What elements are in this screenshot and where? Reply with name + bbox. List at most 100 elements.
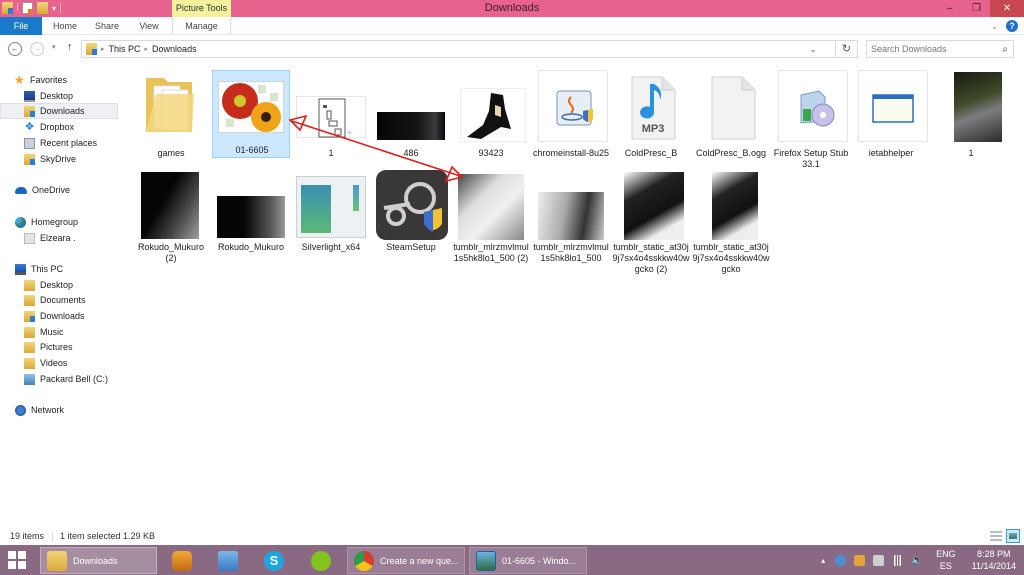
breadcrumb-separator-icon[interactable]: ▸: [145, 45, 149, 53]
taskbar-downloads[interactable]: Downloads: [40, 547, 157, 574]
sidebar-item-documents[interactable]: Documents: [0, 292, 118, 308]
star-icon: ★: [14, 72, 25, 87]
breadcrumb-this-pc[interactable]: This PC: [109, 44, 141, 54]
file-item[interactable]: 93423: [452, 68, 530, 158]
details-view-icon[interactable]: [990, 531, 1002, 541]
taskbar-photo-viewer[interactable]: 01-6605 - Windo...: [469, 547, 587, 574]
file-item[interactable]: Silverlight_x64: [292, 170, 370, 280]
address-bar[interactable]: ▸ This PC ▸ Downloads ⌄: [81, 40, 836, 58]
taskbar-label: Downloads: [73, 555, 118, 566]
file-item-selected[interactable]: 01-6605: [212, 70, 290, 158]
sidebar-item-recent-places[interactable]: Recent places: [0, 135, 118, 151]
onedrive-cloud-icon: [15, 186, 27, 194]
tab-manage[interactable]: Manage: [172, 17, 231, 35]
tab-file[interactable]: File: [0, 17, 42, 35]
file-item[interactable]: tumblr_mlrzmvlmul1s5hk8lo1_500: [532, 170, 610, 280]
taskbar-control-panel[interactable]: [212, 547, 242, 574]
taskbar-ibooks[interactable]: [166, 547, 196, 574]
system-tray: ▴ 🔈 ENG ES 8:28 PM 11/14/2014: [821, 545, 1024, 575]
manga-image-thumbnail: [538, 192, 604, 240]
file-item[interactable]: tumblr_static_at30j9j7sx4o4sskkw40wgcko: [692, 170, 770, 280]
sidebar-item-dropbox[interactable]: ❖ Dropbox: [0, 119, 118, 135]
file-explorer-icon: [47, 550, 67, 571]
file-item[interactable]: Rokudo_Mukuro: [212, 170, 290, 280]
recent-locations-chevron-icon[interactable]: ▾: [52, 43, 56, 51]
help-icon[interactable]: ?: [1006, 20, 1018, 32]
sidebar-item-label: Recent places: [40, 138, 98, 148]
forward-button[interactable]: →: [30, 42, 44, 56]
taskbar-skype[interactable]: S: [258, 547, 288, 574]
sidebar-item-videos[interactable]: Videos: [0, 355, 118, 371]
signal-icon[interactable]: [892, 554, 904, 566]
close-button[interactable]: ✕: [990, 0, 1024, 17]
chrome-icon: [354, 550, 374, 571]
sidebar-homegroup[interactable]: Homegroup: [0, 214, 118, 230]
expand-ribbon-chevron-icon[interactable]: ⌄: [991, 22, 998, 31]
file-item[interactable]: games: [132, 68, 210, 158]
search-input[interactable]: Search Downloads ⌕: [866, 40, 1014, 58]
sidebar-item-elzeara[interactable]: Elzeara .: [0, 230, 118, 246]
downloads-folder-icon: [86, 43, 97, 55]
file-item[interactable]: MP3 ColdPresc_B: [612, 68, 690, 158]
file-item[interactable]: SteamSetup: [372, 170, 450, 280]
sketch-image-thumbnail: ☥: [296, 96, 366, 138]
dropbox-tray-icon[interactable]: [835, 554, 847, 566]
search-icon[interactable]: ⌕: [1002, 42, 1008, 58]
volume-icon[interactable]: 🔈: [911, 555, 923, 566]
sidebar-item-music[interactable]: Music: [0, 324, 118, 340]
sidebar-this-pc[interactable]: This PC: [0, 261, 118, 277]
file-item[interactable]: ColdPresc_B.ogg: [692, 68, 770, 158]
sidebar-item-pictures[interactable]: Pictures: [0, 339, 118, 355]
file-item[interactable]: 486: [372, 68, 450, 158]
clock-date: 11/14/2014: [971, 561, 1016, 571]
security-tray-icon[interactable]: [854, 554, 866, 566]
file-item[interactable]: ietabhelper: [852, 68, 930, 158]
file-name: Rokudo_Mukuro: [217, 242, 285, 252]
file-item[interactable]: ☥ 1: [292, 68, 370, 158]
taskbar-spotify[interactable]: [305, 547, 335, 574]
restore-button[interactable]: ❐: [963, 0, 990, 17]
file-item[interactable]: tumblr_mlrzmvlmul1s5hk8lo1_500 (2): [452, 170, 530, 280]
file-item[interactable]: Firefox Setup Stub 33.1: [772, 68, 850, 169]
back-button[interactable]: ←: [8, 42, 22, 56]
sidebar-item-downloads[interactable]: Downloads: [0, 103, 118, 119]
file-item[interactable]: tumblr_static_at30j9j7sx4o4sskkw40wgcko …: [612, 170, 690, 280]
sidebar-onedrive[interactable]: OneDrive: [0, 182, 118, 198]
file-item[interactable]: Rokudo_Mukuro (2): [132, 170, 210, 280]
selection-info: 1 item selected 1.29 KB: [60, 531, 156, 541]
sidebar-item-desktop[interactable]: Desktop: [0, 88, 118, 104]
tab-home[interactable]: Home: [48, 17, 82, 35]
tab-share[interactable]: Share: [90, 17, 124, 35]
windows-logo-icon: [18, 561, 26, 569]
file-item[interactable]: chromeinstall-8u25: [532, 68, 610, 168]
up-button[interactable]: ↑: [67, 41, 73, 53]
breadcrumb-separator-icon[interactable]: ▸: [101, 45, 105, 53]
sidebar-item-skydrive[interactable]: SkyDrive: [0, 151, 118, 167]
minimize-button[interactable]: –: [936, 0, 963, 17]
refresh-button[interactable]: ↻: [836, 40, 858, 58]
power-tray-icon[interactable]: [873, 554, 885, 566]
sidebar-item-label: OneDrive: [32, 185, 71, 195]
taskbar-chrome[interactable]: Create a new que...: [347, 547, 465, 574]
taskbar-label: 01-6605 - Windo...: [502, 555, 577, 566]
address-history-chevron-icon[interactable]: ⌄: [809, 44, 817, 55]
file-name: 01-6605: [235, 145, 269, 155]
downloads-folder-icon: [24, 105, 35, 117]
file-name: ColdPresc_B.ogg: [695, 148, 767, 158]
clock[interactable]: 8:28 PM 11/14/2014: [972, 548, 1016, 572]
language-indicator[interactable]: ENG ES: [936, 548, 956, 572]
dark-portrait-thumbnail: [217, 196, 285, 238]
large-icons-view-icon[interactable]: [1006, 529, 1020, 543]
breadcrumb-downloads[interactable]: Downloads: [152, 44, 197, 54]
tab-view[interactable]: View: [133, 17, 165, 35]
file-item[interactable]: 1: [932, 68, 1010, 158]
sidebar-item-pc-desktop[interactable]: Desktop: [0, 277, 118, 293]
show-hidden-icons-button[interactable]: ▴: [821, 556, 825, 565]
sidebar-item-packard-bell-c[interactable]: Packard Bell (C:): [0, 371, 118, 387]
sidebar-item-label: Desktop: [40, 91, 74, 101]
sidebar-network[interactable]: Network: [0, 402, 118, 418]
sidebar-item-pc-downloads[interactable]: Downloads: [0, 308, 118, 324]
steam-installer-icon: [376, 170, 448, 240]
start-button[interactable]: [8, 551, 26, 569]
sidebar-favorites[interactable]: ★ Favorites: [14, 72, 114, 88]
